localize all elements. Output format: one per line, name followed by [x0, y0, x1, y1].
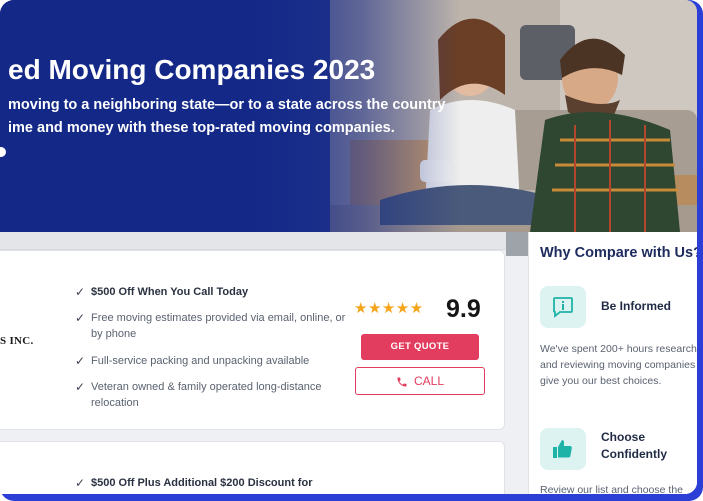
feature-item: ✓ Free moving estimates provided via ema… — [75, 310, 350, 342]
call-button[interactable]: CALL — [355, 367, 485, 395]
feature-text: $500 Off When You Call Today — [91, 286, 249, 298]
info-chat-icon — [553, 297, 573, 318]
sidebar-heading-line: Choose — [601, 430, 646, 444]
sidebar-text-line: We've spent 200+ hours researching — [540, 343, 697, 355]
thumbs-up-icon — [553, 440, 572, 458]
sidebar-item-text: Review our list and choose the — [540, 482, 683, 494]
sidebar-title: Why Compare with Us? — [540, 245, 697, 261]
sidebar-item-heading: Be Informed — [601, 299, 672, 313]
info-chat-icon-box — [540, 286, 586, 328]
hero-subtitle-line: moving to a neighboring state—or to a st… — [8, 97, 446, 113]
check-icon: ✓ — [75, 285, 86, 299]
gutter-bar — [506, 232, 528, 256]
column-gutter — [506, 232, 528, 494]
feature-item: ✓ Full-service packing and unpacking ava… — [75, 353, 340, 369]
feature-item: ✓ Veteran owned & family operated long-d… — [75, 379, 340, 411]
phone-icon — [397, 377, 407, 387]
why-compare-sidebar: Why Compare with Us? Be Informed We've s… — [528, 232, 697, 494]
feature-text: Veteran owned & family operated long-dis… — [91, 381, 322, 409]
feature-text: $500 Off Plus Additional $200 Discount f… — [91, 477, 313, 489]
thumbs-up-icon-box — [540, 428, 586, 470]
star-rating: ★★★★★ — [354, 300, 424, 317]
get-quote-button[interactable]: GET QUOTE — [361, 334, 479, 360]
sidebar-text-line: give you our best choices. — [540, 375, 662, 387]
sidebar-item-text: We've spent 200+ hours researching and r… — [540, 341, 697, 389]
feature-item: ✓ $500 Off Plus Additional $200 Discount… — [75, 475, 345, 491]
rating-score: 9.9 — [446, 295, 481, 323]
sidebar-text-line: Review our list and choose the — [540, 484, 683, 494]
hero-subtitle-line: ime and money with these top-rated movin… — [8, 120, 395, 136]
browser-viewport: ed Moving Companies 2023 moving to a nei… — [0, 0, 697, 494]
hero-banner: ed Moving Companies 2023 moving to a nei… — [0, 0, 697, 232]
sidebar-item-heading: Choose Confidently — [601, 429, 667, 463]
feature-text: Free moving estimates provided via email… — [91, 312, 346, 340]
check-icon: ✓ — [75, 311, 86, 325]
page-title: ed Moving Companies 2023 — [8, 54, 376, 85]
listings-header-bar — [0, 232, 506, 250]
check-icon: ✓ — [75, 380, 86, 394]
call-button-label: CALL — [413, 374, 445, 388]
check-icon: ✓ — [75, 354, 86, 368]
company-logo-text[interactable]: S INC. — [0, 335, 34, 347]
company-card[interactable]: ✓ $500 Off Plus Additional $200 Discount… — [0, 441, 505, 494]
device-frame: ed Moving Companies 2023 moving to a nei… — [0, 0, 703, 501]
hero-subtitle: moving to a neighboring state—or to a st… — [8, 94, 446, 140]
company-card[interactable]: S INC. ✓ $500 Off When You Call Today ✓ … — [0, 250, 505, 430]
sidebar-heading-line: Confidently — [601, 447, 667, 461]
check-icon: ✓ — [75, 476, 86, 490]
feature-text: Full-service packing and unpacking avail… — [91, 355, 310, 367]
sidebar-text-line: and reviewing moving companies t — [540, 359, 697, 371]
feature-item: ✓ $500 Off When You Call Today — [75, 284, 340, 300]
